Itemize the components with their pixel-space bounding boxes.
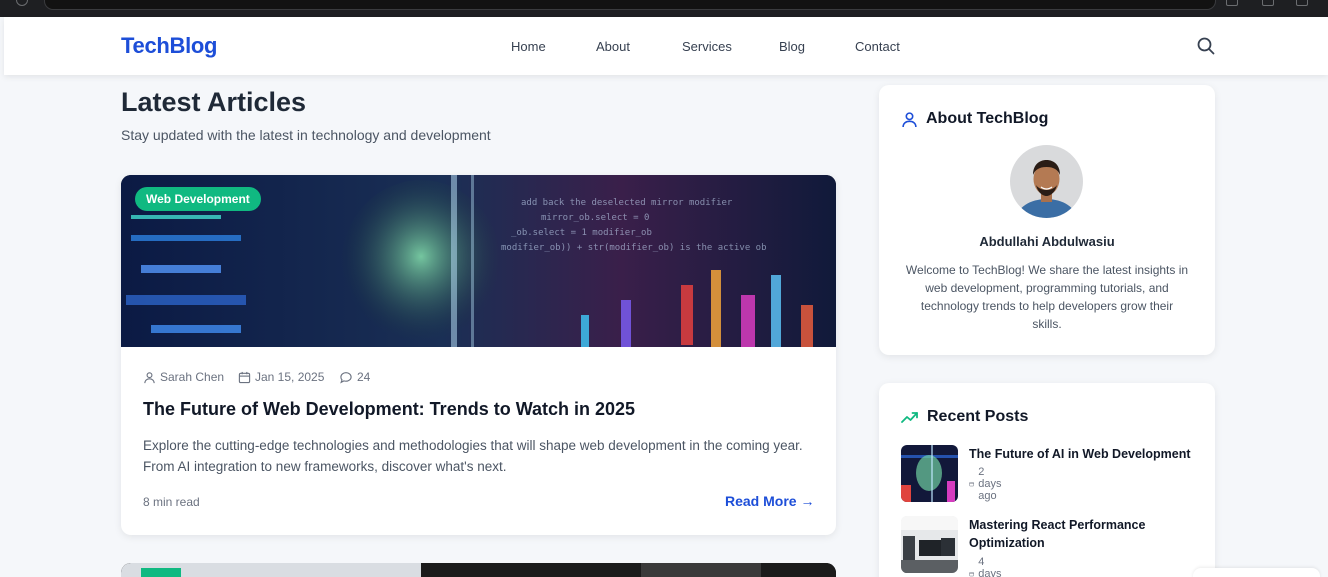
recent-posts-heading-text: Recent Posts	[927, 408, 1029, 425]
site-header: TechBlog Home About Services Blog Contac…	[4, 17, 1328, 75]
browser-tab-icon[interactable]	[1226, 0, 1238, 6]
date-text: Jan 15, 2025	[255, 370, 325, 384]
about-widget: About TechBlog Abdullahi Abdulwasiu Welc…	[879, 85, 1215, 355]
recent-post-thumbnail	[901, 445, 958, 502]
user-icon	[144, 371, 155, 383]
site-logo[interactable]: TechBlog	[121, 33, 218, 59]
recent-post-title[interactable]: Mastering React Performance Optimization	[969, 516, 1199, 552]
recent-posts-heading: Recent Posts	[901, 408, 1028, 426]
arrow-right-icon: →	[800, 493, 815, 509]
article-author: Sarah Chen	[143, 370, 224, 384]
trending-up-icon	[901, 412, 918, 423]
search-icon[interactable]	[1196, 36, 1216, 56]
browser-address-bar[interactable]	[44, 0, 1216, 10]
nav-blog[interactable]: Blog	[779, 39, 805, 54]
recent-post-date: 2 days ago	[969, 466, 1006, 502]
recent-post-date-text: 4 days ago	[978, 556, 1002, 577]
read-more-link[interactable]: Read More →	[725, 493, 814, 509]
author-name: Sarah Chen	[160, 370, 225, 384]
article-date: Jan 15, 2025	[238, 370, 324, 384]
browser-menu-icon[interactable]	[1296, 0, 1308, 6]
recent-posts-widget: Recent Posts The Future of AI in Web Dev…	[879, 383, 1215, 577]
nav-services[interactable]: Services	[682, 39, 732, 54]
recent-post-title[interactable]: The Future of AI in Web Development	[969, 445, 1199, 463]
article-title[interactable]: The Future of Web Development: Trends to…	[143, 399, 635, 420]
about-heading: About TechBlog	[901, 110, 1048, 128]
nav-home[interactable]: Home	[511, 39, 546, 54]
calendar-icon	[238, 371, 251, 383]
about-bio: Welcome to TechBlog! We share the latest…	[905, 263, 1189, 331]
second-article-card[interactable]	[121, 563, 836, 577]
read-time: 8 min read	[143, 495, 200, 509]
comment-count: 24	[357, 370, 371, 384]
article-comments: 24	[339, 370, 370, 384]
read-more-label: Read More	[725, 493, 797, 509]
nav-contact[interactable]: Contact	[855, 39, 900, 54]
comment-icon	[340, 371, 352, 383]
recent-post-date-text: 2 days ago	[978, 466, 1002, 502]
page-subtitle: Stay updated with the latest in technolo…	[121, 127, 491, 143]
about-heading-text: About TechBlog	[926, 110, 1049, 127]
article-hero-image: add back the deselected mirror modifier …	[121, 175, 836, 347]
recent-post-thumbnail	[901, 516, 958, 573]
svg-text:mirror_ob.select = 0: mirror_ob.select = 0	[541, 213, 649, 223]
page-title: Latest Articles	[121, 87, 307, 117]
recent-post-date: 4 days ago	[969, 556, 1006, 577]
calendar-icon	[969, 572, 974, 577]
calendar-icon	[969, 482, 974, 487]
svg-text:add back the deselected mirror: add back the deselected mirror modifier	[521, 198, 733, 208]
article-excerpt: Explore the cutting-edge technologies an…	[143, 438, 803, 474]
author-name: Abdullahi Abdulwasiu	[979, 234, 1115, 249]
browser-extension-icon[interactable]	[1262, 0, 1274, 6]
floating-widget[interactable]	[1193, 568, 1320, 577]
featured-article-card[interactable]: add back the deselected mirror modifier …	[121, 175, 836, 535]
svg-text:modifier_ob)) + str(modifier_o: modifier_ob)) + str(modifier_ob) is the …	[501, 243, 767, 253]
browser-chrome	[0, 0, 1328, 17]
author-avatar	[1010, 145, 1083, 218]
nav-about[interactable]: About	[596, 39, 630, 54]
user-icon	[902, 111, 917, 127]
second-article-image	[121, 563, 836, 577]
svg-text:_ob.select = 1 modifier_ob: _ob.select = 1 modifier_ob	[511, 228, 652, 238]
browser-info-icon	[16, 0, 28, 6]
category-tag[interactable]: Web Development	[135, 187, 261, 211]
